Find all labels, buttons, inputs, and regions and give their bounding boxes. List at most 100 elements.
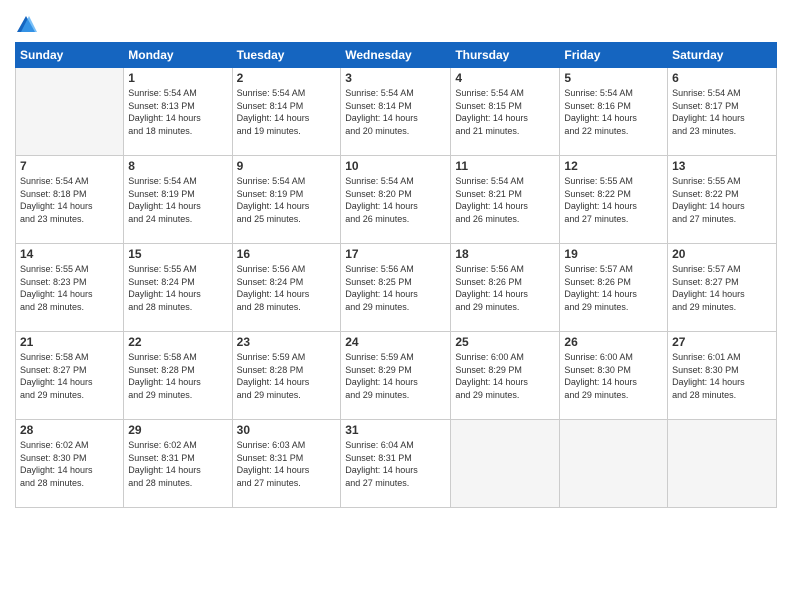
day-number: 3	[345, 71, 446, 85]
day-number: 12	[564, 159, 663, 173]
day-number: 1	[128, 71, 227, 85]
calendar-cell: 30 Sunrise: 6:03 AM Sunset: 8:31 PM Dayli…	[232, 420, 341, 508]
calendar-cell: 27Sunrise: 6:01 AM Sunset: 8:30 PM Dayli…	[668, 332, 777, 420]
calendar-cell: 21 Sunrise: 5:58 AM Sunset: 8:27 PM Dayli…	[16, 332, 124, 420]
day-number: 26	[564, 335, 663, 349]
day-info: Sunrise: 5:57 AM Sunset: 8:26 PM Dayligh…	[564, 263, 663, 313]
calendar-week-row: 21 Sunrise: 5:58 AM Sunset: 8:27 PM Dayli…	[16, 332, 777, 420]
day-info: Sunrise: 5:54 AM Sunset: 8:16 PM Dayligh…	[564, 87, 663, 137]
day-number: 23	[237, 335, 337, 349]
calendar-cell: 13 Sunrise: 5:55 AM Sunset: 8:22 PM Dayli…	[668, 156, 777, 244]
calendar-cell	[451, 420, 560, 508]
calendar-cell: 29Sunrise: 6:02 AM Sunset: 8:31 PM Dayli…	[124, 420, 232, 508]
calendar-cell: 24 Sunrise: 5:59 AM Sunset: 8:29 PM Dayli…	[341, 332, 451, 420]
day-info: Sunrise: 5:54 AM Sunset: 8:19 PM Dayligh…	[128, 175, 227, 225]
day-number: 30	[237, 423, 337, 437]
calendar-cell: 25 Sunrise: 6:00 AM Sunset: 8:29 PM Dayli…	[451, 332, 560, 420]
day-info: Sunrise: 5:59 AM Sunset: 8:29 PM Dayligh…	[345, 351, 446, 401]
calendar-cell: 6 Sunrise: 5:54 AM Sunset: 8:17 PM Daylig…	[668, 68, 777, 156]
calendar-week-row: 1 Sunrise: 5:54 AM Sunset: 8:13 PM Daylig…	[16, 68, 777, 156]
day-number: 9	[237, 159, 337, 173]
day-info: Sunrise: 6:02 AM Sunset: 8:30 PM Dayligh…	[20, 439, 119, 489]
day-number: 17	[345, 247, 446, 261]
day-info: Sunrise: 5:54 AM Sunset: 8:17 PM Dayligh…	[672, 87, 772, 137]
day-info: Sunrise: 5:54 AM Sunset: 8:20 PM Dayligh…	[345, 175, 446, 225]
day-info: Sunrise: 6:00 AM Sunset: 8:29 PM Dayligh…	[455, 351, 555, 401]
calendar-cell: 11 Sunrise: 5:54 AM Sunset: 8:21 PM Dayli…	[451, 156, 560, 244]
day-info: Sunrise: 5:55 AM Sunset: 8:23 PM Dayligh…	[20, 263, 119, 313]
day-number: 15	[128, 247, 227, 261]
weekday-header: Thursday	[451, 43, 560, 68]
weekday-header: Friday	[560, 43, 668, 68]
calendar-cell: 8 Sunrise: 5:54 AM Sunset: 8:19 PM Daylig…	[124, 156, 232, 244]
day-number: 18	[455, 247, 555, 261]
calendar-cell: 19 Sunrise: 5:57 AM Sunset: 8:26 PM Dayli…	[560, 244, 668, 332]
day-number: 13	[672, 159, 772, 173]
day-info: Sunrise: 5:56 AM Sunset: 8:24 PM Dayligh…	[237, 263, 337, 313]
calendar-cell: 22 Sunrise: 5:58 AM Sunset: 8:28 PM Dayli…	[124, 332, 232, 420]
weekday-header: Sunday	[16, 43, 124, 68]
day-number: 11	[455, 159, 555, 173]
calendar-table: SundayMondayTuesdayWednesdayThursdayFrid…	[15, 42, 777, 508]
day-info: Sunrise: 5:54 AM Sunset: 8:14 PM Dayligh…	[237, 87, 337, 137]
day-info: Sunrise: 5:55 AM Sunset: 8:22 PM Dayligh…	[564, 175, 663, 225]
day-info: Sunrise: 5:54 AM Sunset: 8:14 PM Dayligh…	[345, 87, 446, 137]
day-number: 25	[455, 335, 555, 349]
calendar-cell: 31Sunrise: 6:04 AM Sunset: 8:31 PM Dayli…	[341, 420, 451, 508]
calendar-cell: 9 Sunrise: 5:54 AM Sunset: 8:19 PM Daylig…	[232, 156, 341, 244]
day-number: 10	[345, 159, 446, 173]
calendar-cell: 15 Sunrise: 5:55 AM Sunset: 8:24 PM Dayli…	[124, 244, 232, 332]
day-info: Sunrise: 5:59 AM Sunset: 8:28 PM Dayligh…	[237, 351, 337, 401]
day-info: Sunrise: 5:58 AM Sunset: 8:28 PM Dayligh…	[128, 351, 227, 401]
calendar-cell: 12 Sunrise: 5:55 AM Sunset: 8:22 PM Dayli…	[560, 156, 668, 244]
calendar-cell: 3 Sunrise: 5:54 AM Sunset: 8:14 PM Daylig…	[341, 68, 451, 156]
weekday-header: Monday	[124, 43, 232, 68]
weekday-header: Tuesday	[232, 43, 341, 68]
day-number: 14	[20, 247, 119, 261]
day-info: Sunrise: 5:55 AM Sunset: 8:24 PM Dayligh…	[128, 263, 227, 313]
day-number: 27	[672, 335, 772, 349]
weekday-header: Wednesday	[341, 43, 451, 68]
day-number: 20	[672, 247, 772, 261]
calendar-cell: 17Sunrise: 5:56 AM Sunset: 8:25 PM Dayli…	[341, 244, 451, 332]
day-number: 8	[128, 159, 227, 173]
day-info: Sunrise: 5:54 AM Sunset: 8:15 PM Dayligh…	[455, 87, 555, 137]
calendar-cell	[668, 420, 777, 508]
calendar-cell: 7 Sunrise: 5:54 AM Sunset: 8:18 PM Daylig…	[16, 156, 124, 244]
calendar-cell	[16, 68, 124, 156]
day-number: 2	[237, 71, 337, 85]
calendar-cell: 4 Sunrise: 5:54 AM Sunset: 8:15 PM Daylig…	[451, 68, 560, 156]
calendar-week-row: 7 Sunrise: 5:54 AM Sunset: 8:18 PM Daylig…	[16, 156, 777, 244]
day-number: 6	[672, 71, 772, 85]
day-number: 24	[345, 335, 446, 349]
day-number: 22	[128, 335, 227, 349]
header	[15, 10, 777, 36]
calendar-cell: 5 Sunrise: 5:54 AM Sunset: 8:16 PM Daylig…	[560, 68, 668, 156]
day-info: Sunrise: 5:58 AM Sunset: 8:27 PM Dayligh…	[20, 351, 119, 401]
day-info: Sunrise: 5:55 AM Sunset: 8:22 PM Dayligh…	[672, 175, 772, 225]
day-info: Sunrise: 5:54 AM Sunset: 8:18 PM Dayligh…	[20, 175, 119, 225]
calendar-cell: 14 Sunrise: 5:55 AM Sunset: 8:23 PM Dayli…	[16, 244, 124, 332]
calendar-week-row: 28Sunrise: 6:02 AM Sunset: 8:30 PM Dayli…	[16, 420, 777, 508]
day-info: Sunrise: 5:54 AM Sunset: 8:21 PM Dayligh…	[455, 175, 555, 225]
day-info: Sunrise: 5:56 AM Sunset: 8:26 PM Dayligh…	[455, 263, 555, 313]
day-info: Sunrise: 6:00 AM Sunset: 8:30 PM Dayligh…	[564, 351, 663, 401]
day-number: 21	[20, 335, 119, 349]
day-number: 5	[564, 71, 663, 85]
calendar-cell: 26 Sunrise: 6:00 AM Sunset: 8:30 PM Dayli…	[560, 332, 668, 420]
day-number: 7	[20, 159, 119, 173]
day-number: 19	[564, 247, 663, 261]
logo-icon	[15, 14, 37, 36]
day-number: 4	[455, 71, 555, 85]
calendar-cell: 20 Sunrise: 5:57 AM Sunset: 8:27 PM Dayli…	[668, 244, 777, 332]
calendar-week-row: 14 Sunrise: 5:55 AM Sunset: 8:23 PM Dayli…	[16, 244, 777, 332]
calendar-cell: 18 Sunrise: 5:56 AM Sunset: 8:26 PM Dayli…	[451, 244, 560, 332]
calendar-cell: 23 Sunrise: 5:59 AM Sunset: 8:28 PM Dayli…	[232, 332, 341, 420]
day-number: 16	[237, 247, 337, 261]
day-number: 29	[128, 423, 227, 437]
day-info: Sunrise: 5:54 AM Sunset: 8:19 PM Dayligh…	[237, 175, 337, 225]
day-info: Sunrise: 6:03 AM Sunset: 8:31 PM Dayligh…	[237, 439, 337, 489]
day-info: Sunrise: 5:57 AM Sunset: 8:27 PM Dayligh…	[672, 263, 772, 313]
logo	[15, 14, 41, 36]
day-info: Sunrise: 5:54 AM Sunset: 8:13 PM Dayligh…	[128, 87, 227, 137]
